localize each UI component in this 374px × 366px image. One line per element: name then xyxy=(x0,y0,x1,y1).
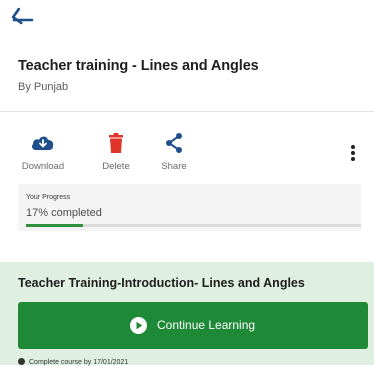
share-icon xyxy=(166,133,182,153)
lesson-title: Teacher Training-Introduction- Lines and… xyxy=(18,276,305,290)
trash-icon xyxy=(109,133,123,153)
course-author: By Punjab xyxy=(18,81,69,93)
cloud-download-icon xyxy=(32,136,54,150)
share-button[interactable]: Share xyxy=(144,132,204,184)
progress-track xyxy=(26,224,361,227)
continue-learning-label: Continue Learning xyxy=(157,318,256,332)
progress-label: Your Progress xyxy=(26,194,71,201)
download-button[interactable]: Download xyxy=(13,132,73,184)
top-bar xyxy=(0,0,374,40)
more-options-icon[interactable] xyxy=(343,140,363,166)
delete-button[interactable]: Delete xyxy=(86,132,146,184)
info-dot-icon xyxy=(18,358,25,365)
lesson-card: Teacher Training-Introduction- Lines and… xyxy=(0,262,374,366)
course-title: Teacher training - Lines and Angles xyxy=(18,58,259,74)
continue-learning-button[interactable]: Continue Learning xyxy=(18,302,368,349)
share-label: Share xyxy=(161,161,187,172)
progress-card: Your Progress 17% completed xyxy=(18,184,361,231)
play-circle-icon xyxy=(130,317,147,334)
progress-value: 17% completed xyxy=(26,207,102,219)
course-header: Teacher training - Lines and Angles By P… xyxy=(0,44,374,112)
download-label: Download xyxy=(21,161,65,172)
delete-label: Delete xyxy=(102,161,130,172)
back-arrow-icon[interactable] xyxy=(8,6,38,34)
action-bar: Download Delete Share xyxy=(0,112,374,184)
progress-fill xyxy=(26,224,83,227)
